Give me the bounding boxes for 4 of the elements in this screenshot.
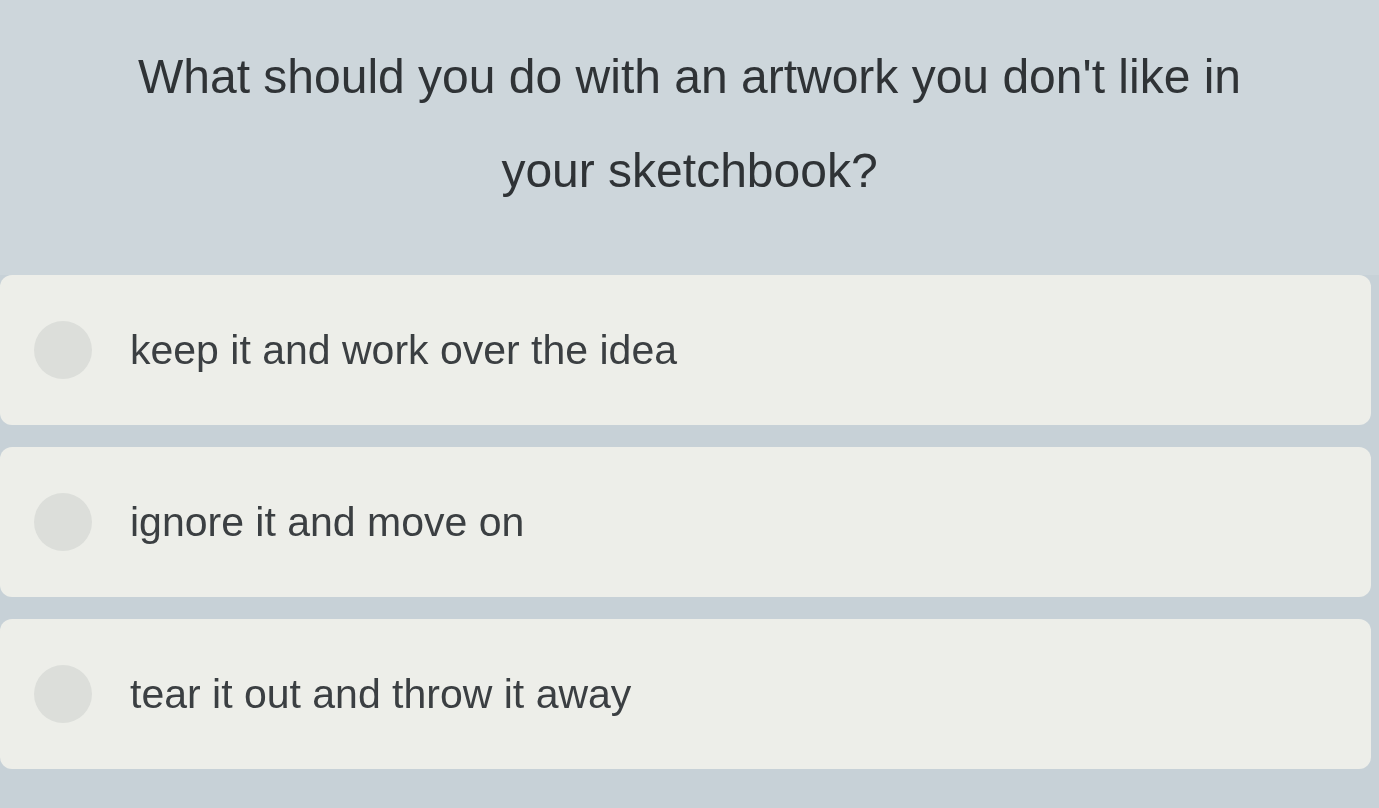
answer-option[interactable]: keep it and work over the idea <box>0 275 1371 425</box>
answer-option[interactable]: ignore it and move on <box>0 447 1371 597</box>
answer-option[interactable]: tear it out and throw it away <box>0 619 1371 769</box>
question-text: What should you do with an artwork you don't like in your sketchbook? <box>136 49 1243 199</box>
